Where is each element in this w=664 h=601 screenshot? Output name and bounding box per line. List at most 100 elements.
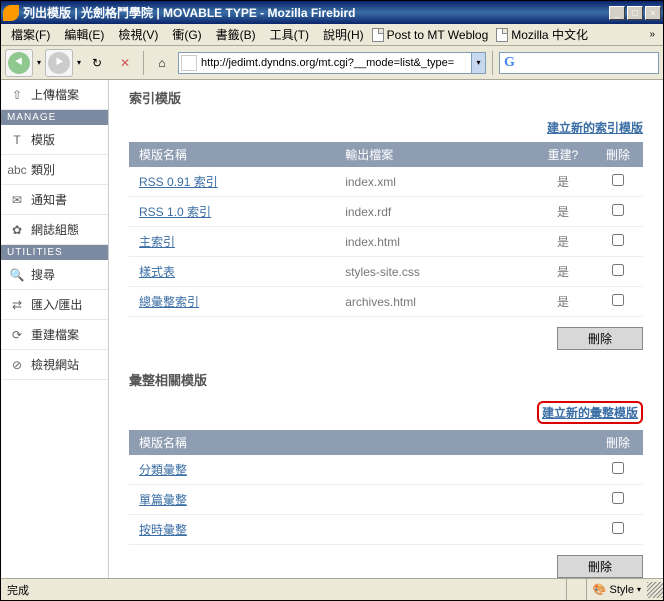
search-icon: 🔍	[9, 267, 25, 283]
col-name: 模版名稱	[129, 142, 335, 167]
template-link[interactable]: 樣式表	[139, 265, 175, 279]
delete-checkbox[interactable]	[612, 294, 624, 306]
google-icon: G	[504, 55, 515, 71]
back-button[interactable]: ⯇	[5, 49, 33, 77]
table-row: 主索引 index.html 是	[129, 227, 643, 257]
menu-help[interactable]: 說明(H)	[317, 24, 370, 45]
delete-button-1[interactable]: 刪除	[557, 327, 643, 350]
bookmark-link-2[interactable]: Mozilla 中文化	[496, 26, 588, 43]
sidebar-upload[interactable]: ⇧上傳檔案	[1, 80, 108, 110]
delete-checkbox[interactable]	[612, 204, 624, 216]
rebuild-icon: ⟳	[9, 327, 25, 343]
template-link[interactable]: 按時彙整	[139, 523, 187, 537]
output-file: styles-site.css	[335, 257, 533, 287]
bookmark-link-1[interactable]: Post to MT Weblog	[372, 28, 489, 42]
table-row: 單篇彙整	[129, 485, 643, 515]
style-switcher[interactable]: 🎨 Style ▾	[586, 579, 647, 600]
window-controls: _ □ ×	[609, 6, 661, 20]
sidebar-categories[interactable]: abc類別	[1, 155, 108, 185]
url-dropdown[interactable]: ▾	[471, 53, 485, 73]
navigation-toolbar: ⯇ ▾ ⯈ ▾ ↻ ✕ ⌂ http://jedimt.dyndns.org/m…	[1, 46, 663, 80]
mail-icon: ✉	[9, 192, 25, 208]
table-row: RSS 1.0 索引 index.rdf 是	[129, 197, 643, 227]
status-text: 完成	[1, 582, 566, 598]
sidebar: ⇧上傳檔案 MANAGE T模版 abc類別 ✉通知書 ✿網誌組態 UTILIT…	[1, 80, 109, 578]
sidebar-rebuild[interactable]: ⟳重建檔案	[1, 320, 108, 350]
status-bar: 完成 🎨 Style ▾	[1, 578, 663, 600]
import-icon: ⇄	[9, 297, 25, 313]
sidebar-header-utilities: UTILITIES	[1, 245, 108, 260]
url-text[interactable]: http://jedimt.dyndns.org/mt.cgi?__mode=l…	[199, 57, 471, 69]
output-file: index.html	[335, 227, 533, 257]
index-templates-table: 模版名稱 輸出檔案 重建? 刪除 RSS 0.91 索引 index.xml 是…	[129, 142, 643, 317]
sidebar-templates[interactable]: T模版	[1, 125, 108, 155]
minimize-button[interactable]: _	[609, 6, 625, 20]
eye-icon: ⊘	[9, 357, 25, 373]
section-index-title: 索引模版	[129, 88, 643, 107]
table-row: 分類彙整	[129, 455, 643, 485]
output-file: index.rdf	[335, 197, 533, 227]
home-button[interactable]: ⌂	[150, 51, 174, 75]
template-link[interactable]: 分類彙整	[139, 463, 187, 477]
sidebar-search[interactable]: 🔍搜尋	[1, 260, 108, 290]
menu-file[interactable]: 檔案(F)	[5, 24, 56, 45]
document-icon	[496, 28, 508, 42]
site-icon	[181, 55, 197, 71]
delete-checkbox[interactable]	[612, 174, 624, 186]
section-archive-title: 彙整相關模版	[129, 370, 643, 389]
table-row: RSS 0.91 索引 index.xml 是	[129, 167, 643, 197]
sidebar-header-manage: MANAGE	[1, 110, 108, 125]
delete-row-2: 刪除	[129, 545, 643, 578]
stop-button[interactable]: ✕	[113, 51, 137, 75]
sidebar-notify[interactable]: ✉通知書	[1, 185, 108, 215]
sidebar-view[interactable]: ⊘檢視網站	[1, 350, 108, 380]
delete-checkbox[interactable]	[612, 522, 624, 534]
sidebar-config[interactable]: ✿網誌組態	[1, 215, 108, 245]
gear-icon: ✿	[9, 222, 25, 238]
rebuild-flag: 是	[533, 257, 593, 287]
delete-checkbox[interactable]	[612, 234, 624, 246]
main-panel: 索引模版 建立新的索引模版 模版名稱 輸出檔案 重建? 刪除 RSS 0.91 …	[109, 80, 663, 578]
template-icon: T	[9, 132, 25, 148]
content-area: ⇧上傳檔案 MANAGE T模版 abc類別 ✉通知書 ✿網誌組態 UTILIT…	[1, 80, 663, 578]
template-link[interactable]: RSS 0.91 索引	[139, 175, 218, 189]
archive-templates-table: 模版名稱 刪除 分類彙整 單篇彙整 按時彙整	[129, 430, 643, 545]
address-bar[interactable]: http://jedimt.dyndns.org/mt.cgi?__mode=l…	[178, 52, 486, 74]
create-archive-link-row: 建立新的彙整模版	[129, 401, 643, 424]
create-index-link-row: 建立新的索引模版	[129, 119, 643, 136]
menu-view[interactable]: 檢視(V)	[112, 24, 164, 45]
reload-button[interactable]: ↻	[85, 51, 109, 75]
table-row: 總彙整索引 archives.html 是	[129, 287, 643, 317]
toolbar-separator	[492, 51, 493, 75]
forward-dropdown[interactable]: ▾	[77, 58, 81, 67]
template-link[interactable]: 總彙整索引	[139, 295, 199, 309]
template-link[interactable]: 主索引	[139, 235, 175, 249]
menu-go[interactable]: 衝(G)	[166, 24, 207, 45]
close-button[interactable]: ×	[645, 6, 661, 20]
maximize-button[interactable]: □	[627, 6, 643, 20]
palette-icon: 🎨	[593, 583, 607, 596]
upload-icon: ⇧	[9, 87, 25, 103]
delete-checkbox[interactable]	[612, 492, 624, 504]
output-file: index.xml	[335, 167, 533, 197]
rebuild-flag: 是	[533, 167, 593, 197]
menu-edit[interactable]: 編輯(E)	[58, 24, 110, 45]
delete-button-2[interactable]: 刪除	[557, 555, 643, 578]
create-index-link[interactable]: 建立新的索引模版	[547, 121, 643, 135]
col-delete: 刪除	[593, 142, 643, 167]
search-box[interactable]: G	[499, 52, 659, 74]
template-link[interactable]: RSS 1.0 索引	[139, 205, 211, 219]
back-dropdown[interactable]: ▾	[37, 58, 41, 67]
menu-bookmarks[interactable]: 書籤(B)	[210, 24, 262, 45]
menu-tools[interactable]: 工具(T)	[264, 24, 315, 45]
forward-button[interactable]: ⯈	[45, 49, 73, 77]
resize-grip[interactable]	[647, 582, 663, 598]
create-archive-link[interactable]: 建立新的彙整模版	[542, 406, 638, 420]
sidebar-import[interactable]: ⇄匯入/匯出	[1, 290, 108, 320]
delete-checkbox[interactable]	[612, 462, 624, 474]
delete-checkbox[interactable]	[612, 264, 624, 276]
delete-row-1: 刪除	[129, 317, 643, 370]
template-link[interactable]: 單篇彙整	[139, 493, 187, 507]
rebuild-flag: 是	[533, 287, 593, 317]
menu-overflow[interactable]: »	[645, 29, 659, 40]
